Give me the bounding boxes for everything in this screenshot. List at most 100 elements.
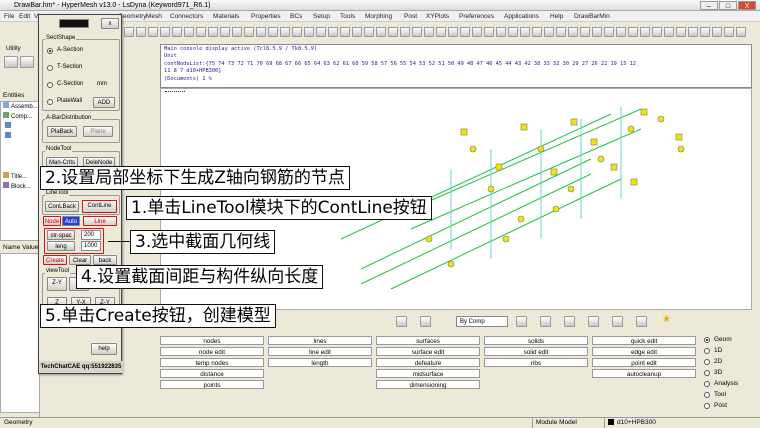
screen-icon[interactable]: [636, 316, 647, 327]
panel-surface-edit-button[interactable]: surface edit: [376, 347, 480, 356]
view-icon[interactable]: [396, 316, 407, 327]
star-icon[interactable]: ★: [662, 314, 671, 325]
toolbar-button-icon[interactable]: [568, 27, 578, 37]
style-icon[interactable]: [540, 316, 551, 327]
menu-properties[interactable]: Properties: [251, 11, 281, 22]
panel-lines-button[interactable]: lines: [268, 336, 372, 345]
panel-defeature-button[interactable]: defeature: [376, 358, 480, 367]
toolbar-button-icon[interactable]: [424, 27, 434, 37]
toolbar-button-icon[interactable]: [508, 27, 518, 37]
str-spac-input[interactable]: 200: [81, 230, 101, 240]
toolbar-button-icon[interactable]: [196, 27, 206, 37]
toolbar-button-icon[interactable]: [280, 27, 290, 37]
leng-input[interactable]: 1000: [81, 241, 101, 251]
menu-edit[interactable]: Edit: [19, 11, 30, 22]
menu-help[interactable]: Help: [550, 11, 563, 22]
menu-drawbarmin[interactable]: DrawBarMin: [574, 11, 610, 22]
toolbar-button-icon[interactable]: [448, 27, 458, 37]
toolbar-button-icon[interactable]: [352, 27, 362, 37]
toolbar-button-icon[interactable]: [580, 27, 590, 37]
toolbar-button-icon[interactable]: [664, 27, 674, 37]
tree-subitem[interactable]: [5, 122, 11, 132]
panel-surfaces-button[interactable]: surfaces: [376, 336, 480, 345]
panel-solids-button[interactable]: solids: [484, 336, 588, 345]
toolbar-button-icon[interactable]: [532, 27, 542, 37]
toolbar-button-icon[interactable]: [688, 27, 698, 37]
page-radio-1d[interactable]: [704, 348, 710, 354]
radio-c-section[interactable]: [47, 82, 53, 88]
contline-button[interactable]: ContLine: [82, 200, 117, 213]
toolbar-button-icon[interactable]: [328, 27, 338, 37]
panel-line-edit-button[interactable]: line edit: [268, 347, 372, 356]
page-radio-2d[interactable]: [704, 359, 710, 365]
toolbar-button-icon[interactable]: [700, 27, 710, 37]
toolbar-button-icon[interactable]: [460, 27, 470, 37]
panel-distance-button[interactable]: distance: [160, 369, 264, 378]
menu-morphing[interactable]: Morphing: [365, 11, 392, 22]
clear-button[interactable]: Clear: [69, 255, 91, 265]
toolbar-button-icon[interactable]: [376, 27, 386, 37]
mode-line-button[interactable]: Line: [83, 216, 117, 226]
dialog-name-field[interactable]: [59, 19, 89, 28]
radio-platewall[interactable]: [47, 99, 53, 105]
toolbar-button-icon[interactable]: [184, 27, 194, 37]
toolbar-button-icon[interactable]: [256, 27, 266, 37]
panel-point-edit-button[interactable]: point edit: [592, 358, 696, 367]
panel-length-button[interactable]: length: [268, 358, 372, 367]
panel-temp-nodes-button[interactable]: temp nodes: [160, 358, 264, 367]
menu-post[interactable]: Post: [404, 11, 417, 22]
mask-icon[interactable]: [20, 56, 34, 68]
toolbar-button-icon[interactable]: [172, 27, 182, 37]
plaback-button[interactable]: PlaBack: [47, 126, 77, 137]
page-radio-analysis[interactable]: [704, 381, 710, 387]
toolbar-button-icon[interactable]: [556, 27, 566, 37]
menu-applications[interactable]: Applications: [504, 11, 539, 22]
view-zy-button[interactable]: Z-Y: [47, 277, 67, 291]
radio-t-section[interactable]: [47, 65, 53, 71]
toolbar-button-icon[interactable]: [136, 27, 146, 37]
toolbar-button-icon[interactable]: [676, 27, 686, 37]
menu-file[interactable]: File: [4, 11, 14, 22]
toolbar-button-icon[interactable]: [628, 27, 638, 37]
menu-mesh[interactable]: Mesh: [146, 11, 162, 22]
toolbar-button-icon[interactable]: [304, 27, 314, 37]
toolbar-button-icon[interactable]: [592, 27, 602, 37]
menu-materials[interactable]: Materials: [213, 11, 239, 22]
tcl-console[interactable]: Main console display active (Tcl8.5.9 / …: [160, 44, 752, 88]
help-button[interactable]: help: [91, 343, 117, 355]
toolbar-button-icon[interactable]: [652, 27, 662, 37]
toolbar-button-icon[interactable]: [160, 27, 170, 37]
tab-utility[interactable]: Utility: [6, 46, 21, 52]
toolbar-button-icon[interactable]: [616, 27, 626, 37]
tree-item-assemblies[interactable]: Assemb...: [3, 102, 38, 112]
toolbar-button-icon[interactable]: [316, 27, 326, 37]
toolbar-button-icon[interactable]: [220, 27, 230, 37]
panel-edge-edit-button[interactable]: edge edit: [592, 347, 696, 356]
back-button[interactable]: back: [93, 255, 117, 265]
minimize-button[interactable]: –: [700, 1, 718, 10]
toolbar-button-icon[interactable]: [340, 27, 350, 37]
toolbar-button-icon[interactable]: [400, 27, 410, 37]
panel-node-edit-button[interactable]: node edit: [160, 347, 264, 356]
panel-autocleanup-button[interactable]: autocleanup: [592, 369, 696, 378]
mode-auto-button[interactable]: Auto: [62, 216, 80, 226]
close-window-button[interactable]: X: [738, 1, 756, 10]
toolbar-button-icon[interactable]: [736, 27, 746, 37]
maximize-button[interactable]: □: [719, 1, 737, 10]
tree-subitem[interactable]: [5, 132, 11, 142]
plane-button[interactable]: Plane: [83, 126, 113, 137]
toolbar-button-icon[interactable]: [496, 27, 506, 37]
toolbar-button-icon[interactable]: [364, 27, 374, 37]
utility-icon[interactable]: [4, 56, 18, 68]
conlback-button[interactable]: ConLBack: [45, 201, 79, 212]
color-by-dropdown[interactable]: By Comp: [456, 316, 508, 327]
toolbar-button-icon[interactable]: [640, 27, 650, 37]
panel-solid-edit-button[interactable]: solid edit: [484, 347, 588, 356]
tree-item-blocks[interactable]: Block...: [3, 182, 31, 192]
shading-icon[interactable]: [420, 316, 431, 327]
display-icon[interactable]: [516, 316, 527, 327]
panel-ribs-button[interactable]: ribs: [484, 358, 588, 367]
menu-bcs[interactable]: BCs: [290, 11, 302, 22]
page-radio-post[interactable]: [704, 403, 710, 409]
panel-midsurface-button[interactable]: midsurface: [376, 369, 480, 378]
